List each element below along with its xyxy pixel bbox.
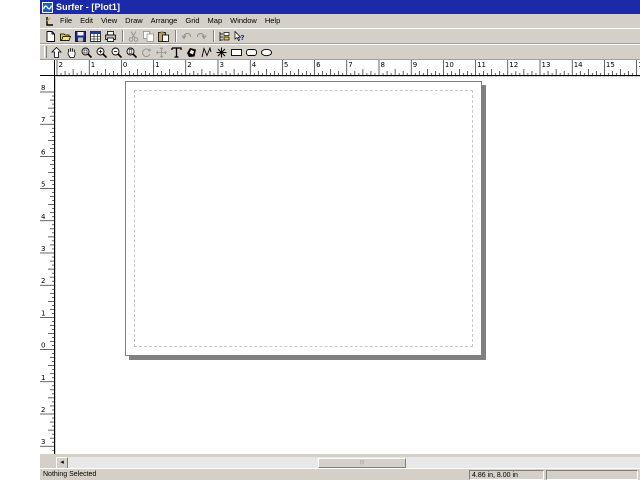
ruler-label: 0 bbox=[41, 342, 45, 350]
toolbar-separator bbox=[122, 30, 124, 42]
ruler-label: 4 bbox=[252, 61, 257, 69]
standard-toolbar: ? bbox=[40, 28, 640, 44]
toolbar-separator bbox=[175, 30, 177, 42]
ruler-label: 2 bbox=[41, 406, 45, 414]
status-message: Nothing Selected bbox=[43, 471, 97, 478]
svg-text:?: ? bbox=[241, 34, 245, 42]
scrollbar-thumb[interactable]: ⦙⦙⦙ bbox=[318, 458, 406, 468]
text-icon[interactable] bbox=[170, 46, 183, 59]
surfer-window: Surfer - [Plot1] File Edit View Draw Arr… bbox=[40, 0, 640, 480]
menu-map[interactable]: Map bbox=[204, 14, 227, 28]
copy-icon[interactable] bbox=[142, 30, 155, 43]
plot-canvas[interactable] bbox=[56, 77, 640, 454]
ruler-label: 1 bbox=[155, 61, 159, 69]
ruler-label: 6 bbox=[316, 61, 321, 69]
save-disk-icon[interactable] bbox=[74, 30, 87, 43]
drawing-toolbar bbox=[40, 44, 640, 60]
open-folder-icon[interactable] bbox=[59, 30, 72, 43]
ruler-label: 13 bbox=[542, 61, 551, 69]
menu-grid[interactable]: Grid bbox=[181, 14, 203, 28]
zoom-page-icon[interactable] bbox=[125, 46, 138, 59]
rectangle-icon[interactable] bbox=[230, 46, 243, 59]
toolbar-separator bbox=[213, 30, 215, 42]
rounded-rectangle-icon[interactable] bbox=[245, 46, 258, 59]
document-control-icon[interactable] bbox=[42, 14, 56, 28]
context-help-icon[interactable]: ? bbox=[233, 30, 246, 43]
reshape-icon[interactable] bbox=[155, 46, 168, 59]
horizontal-ruler-scale: 21012345678910111213141516 bbox=[56, 60, 640, 75]
vertical-ruler[interactable]: 8 7 6 5 4 3 2 1 0 1 2 3 bbox=[40, 76, 55, 454]
status-extra-pane bbox=[546, 470, 638, 480]
ruler-label: 11 bbox=[477, 61, 486, 69]
ruler-label: 9 bbox=[413, 61, 417, 69]
page-margin-outline bbox=[134, 90, 473, 347]
ruler-label: 5 bbox=[41, 181, 45, 189]
ruler-label: 2 bbox=[41, 277, 45, 285]
ruler-label: 10 bbox=[445, 61, 454, 69]
rotate-icon[interactable] bbox=[140, 46, 153, 59]
paste-icon[interactable] bbox=[157, 30, 170, 43]
ruler-label: 7 bbox=[348, 61, 352, 69]
zoom-out-icon[interactable] bbox=[110, 46, 123, 59]
menu-draw[interactable]: Draw bbox=[121, 14, 147, 28]
title-bar[interactable]: Surfer - [Plot1] bbox=[40, 0, 640, 14]
ruler-label: 12 bbox=[509, 61, 518, 69]
symbol-icon[interactable] bbox=[215, 46, 228, 59]
ruler-label: 7 bbox=[41, 116, 45, 124]
surfer-app-icon[interactable] bbox=[42, 1, 53, 13]
ellipse-icon[interactable] bbox=[260, 46, 273, 59]
ruler-label: 5 bbox=[284, 61, 288, 69]
menu-help[interactable]: Help bbox=[261, 14, 284, 28]
undo-icon[interactable] bbox=[180, 30, 193, 43]
ruler-label: 3 bbox=[41, 245, 45, 253]
menu-edit[interactable]: Edit bbox=[76, 14, 97, 28]
window-title: Surfer - [Plot1] bbox=[56, 2, 121, 12]
menu-file[interactable]: File bbox=[56, 14, 76, 28]
menu-view[interactable]: View bbox=[97, 14, 121, 28]
polygon-icon[interactable] bbox=[185, 46, 198, 59]
page-boundary[interactable] bbox=[125, 81, 482, 356]
new-document-icon[interactable] bbox=[44, 30, 57, 43]
print-icon[interactable] bbox=[104, 30, 117, 43]
ruler-label: 1 bbox=[41, 309, 45, 317]
object-manager-icon[interactable] bbox=[218, 30, 231, 43]
ruler-label: 2 bbox=[187, 61, 191, 69]
ruler-label: 1 bbox=[41, 374, 45, 382]
redo-icon[interactable] bbox=[195, 30, 208, 43]
ruler-label: 15 bbox=[606, 61, 615, 69]
status-bar: Nothing Selected 4.86 in, 8.00 in bbox=[40, 468, 640, 480]
ruler-corner bbox=[40, 60, 55, 76]
ruler-label: 6 bbox=[41, 148, 46, 156]
ruler-label: 3 bbox=[220, 61, 224, 69]
ruler-label: 1 bbox=[91, 61, 95, 69]
pan-hand-icon[interactable] bbox=[65, 46, 78, 59]
ruler-label: 3 bbox=[41, 438, 45, 446]
ruler-label: 8 bbox=[381, 61, 385, 69]
ruler-label: 4 bbox=[41, 213, 46, 221]
zoom-rectangle-icon[interactable] bbox=[80, 46, 93, 59]
worksheet-icon[interactable] bbox=[89, 30, 102, 43]
horizontal-ruler[interactable]: 21012345678910111213141516 bbox=[55, 60, 640, 76]
menu-arrange[interactable]: Arrange bbox=[147, 14, 182, 28]
ruler-label: 0 bbox=[123, 61, 127, 69]
cut-icon[interactable] bbox=[127, 30, 140, 43]
ruler-label: 14 bbox=[574, 61, 583, 69]
select-arrow-icon[interactable] bbox=[50, 46, 63, 59]
status-coordinates: 4.86 in, 8.00 in bbox=[469, 470, 544, 480]
horizontal-scrollbar[interactable]: ◂ ⦙⦙⦙ bbox=[56, 456, 640, 469]
menu-window[interactable]: Window bbox=[226, 14, 261, 28]
ruler-label: 2 bbox=[59, 61, 63, 69]
toolbar-grip[interactable] bbox=[44, 46, 47, 58]
zoom-in-icon[interactable] bbox=[95, 46, 108, 59]
menu-bar: File Edit View Draw Arrange Grid Map Win… bbox=[40, 14, 640, 28]
ruler-label: 8 bbox=[41, 84, 45, 92]
vertical-ruler-scale: 8 7 6 5 4 3 2 1 0 1 2 3 bbox=[40, 84, 54, 451]
polyline-icon[interactable] bbox=[200, 46, 213, 59]
